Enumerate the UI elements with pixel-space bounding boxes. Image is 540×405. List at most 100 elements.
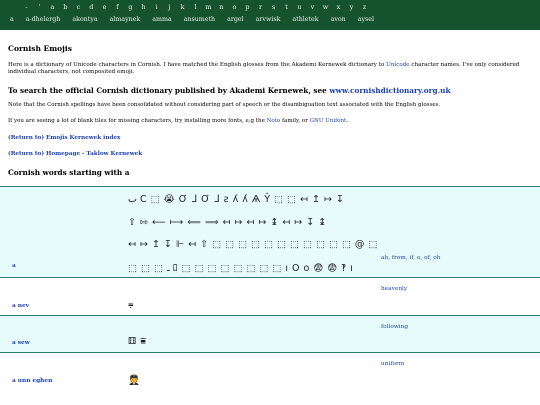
english-gloss: ah, from, if, o, of, oh (381, 255, 441, 261)
emoji-character: ʎ (232, 194, 240, 205)
emoji-character: ⬚ (264, 239, 275, 250)
emoji-character: ⬚ (212, 239, 223, 250)
section-heading: Cornish words starting with a (8, 168, 130, 177)
emoji-character: ‽ (341, 263, 348, 274)
alphabet-link[interactable]: v (306, 3, 319, 11)
alphabet-link[interactable]: h (137, 3, 150, 11)
emoji-characters: ⬚ ⬚ ⬚ ـ ﾛ ⬚ ⬚ ⬚ ⬚ ⬚ ⬚ ⬚ ⬚ ı Oo 😨 😨 ‽ ı (128, 260, 357, 274)
word-nav-link[interactable]: almaynek (110, 16, 141, 23)
alphabet-link[interactable]: o (228, 3, 241, 11)
emoji-characters: ⩦ (128, 299, 138, 310)
emoji-character: ⟼ (169, 217, 185, 228)
alphabet-link[interactable]: f (111, 3, 124, 11)
alphabet-link[interactable]: u (293, 3, 306, 11)
cornish-word-link[interactable]: a sew (12, 340, 30, 346)
alphabet-link[interactable]: - (20, 3, 33, 11)
emoji-character: ⬚ (194, 263, 205, 274)
emoji-character: 😨 (327, 263, 339, 274)
top-navigation: - ' a b c d e f g h i j k l m n o p r s t u v w x y z a a-dhelergh a… (0, 0, 540, 30)
alphabet-link[interactable]: i (150, 3, 163, 11)
alphabet-link[interactable]: l (189, 3, 202, 11)
emoji-character: ⬚ (274, 194, 285, 205)
emoji-characters: ↤ ↦ ↥ ↧ ⊩ ↤ ⇧ ⬚ ⬚ ⬚ ⬚ ⬚ ⬚ ⬚ ⬚ ⬚ ⬚ ⬚ @ ⬚ (128, 239, 381, 250)
word-nav-link[interactable]: a (10, 16, 14, 23)
alphabet-link[interactable]: z (358, 3, 371, 11)
emoji-character: o (303, 263, 311, 274)
emoji-character: Ŷ (264, 194, 272, 205)
alphabet-index: - ' a b c d e f g h i j k l m n o p r s t u v w x y z (20, 3, 371, 15)
alphabet-link[interactable]: j (163, 3, 176, 11)
emoji-character: ↧ (335, 194, 345, 205)
return-homepage-link[interactable]: (Return to) Homepage - Taklow Kernewek (8, 151, 142, 157)
emoji-character: Ѧ (251, 194, 262, 205)
note-spellings: Note that the Cornish spellings have bee… (8, 102, 441, 108)
alphabet-link[interactable]: y (345, 3, 358, 11)
emoji-character: ↤ (300, 194, 309, 205)
cornish-word-link[interactable]: a unn eghen (12, 378, 52, 384)
alphabet-link[interactable]: t (280, 3, 293, 11)
cornish-word-link[interactable]: a (12, 263, 16, 269)
alphabet-link[interactable]: r (254, 3, 267, 11)
emoji-character: ⟸ (187, 217, 202, 228)
alphabet-link[interactable]: c (72, 3, 85, 11)
emoji-character: ⬚ (290, 239, 300, 250)
alphabet-link[interactable]: e (98, 3, 111, 11)
alphabet-link[interactable]: p (241, 3, 254, 11)
unicode-link[interactable]: Unicode (386, 62, 410, 68)
emoji-character: ↦ (294, 217, 304, 228)
emoji-character: ↧ (163, 239, 173, 250)
alphabet-link[interactable]: d (85, 3, 98, 11)
alphabet-link[interactable]: m (202, 3, 215, 11)
emoji-character: ꙅ (223, 194, 230, 205)
word-nav-link[interactable]: argel (227, 16, 244, 23)
emoji-character: ↥ (151, 239, 161, 250)
table-row: a nev heavenly ⩦ (0, 277, 540, 315)
emoji-character: ᒧ (191, 194, 199, 205)
alphabet-link[interactable]: ' (33, 3, 46, 11)
word-nav-link[interactable]: aysel (358, 16, 374, 23)
emoji-character: ↤ (282, 217, 292, 228)
emoji-character: ⬚ (140, 263, 151, 274)
alphabet-link[interactable]: a (46, 3, 59, 11)
emoji-character: ↨ (270, 217, 280, 228)
emoji-character: ⬚ (341, 239, 352, 250)
emoji-character: ↦ (234, 217, 244, 228)
emoji-character: ʎ (242, 194, 249, 205)
noto-link[interactable]: Noto (267, 118, 281, 124)
emoji-character: ı (285, 263, 290, 274)
cornish-word-link[interactable]: a nev (12, 303, 29, 309)
emoji-character: Ϲ (139, 194, 148, 205)
emoji-character: ⬚ (238, 239, 249, 250)
emoji-character: ⬚ (328, 239, 339, 250)
word-index: a a-dhelergh akontya almaynek amma ansumeth ar… (10, 16, 386, 28)
emoji-character: ⬚ (128, 263, 138, 274)
emoji-characters: ⇧ ⇰ ⟵ ⟼ ⟸ ⟹ ↤ ↦ ↤ ↦ ↨ ↤ ↦ ↧ ↨ (128, 217, 330, 228)
emoji-character: ⬚ (220, 263, 231, 274)
alphabet-link[interactable]: x (332, 3, 345, 11)
emoji-character: ⬚ (315, 239, 326, 250)
alphabet-link[interactable]: n (215, 3, 228, 11)
alphabet-link[interactable]: w (319, 3, 332, 11)
word-nav-link[interactable]: akontya (72, 16, 97, 23)
alphabet-link[interactable]: b (59, 3, 72, 11)
word-nav-link[interactable]: athletek (292, 16, 318, 23)
word-nav-link[interactable]: arvwisk (256, 16, 281, 23)
emoji-character: ⬚ (302, 239, 313, 250)
emoji-character: 😨 (313, 263, 325, 274)
word-nav-link[interactable]: ansumeth (184, 16, 215, 23)
note-fonts-before: If you are seeing a lot of blank tiles f… (8, 118, 267, 124)
return-emojis-index-link[interactable]: (Return to) Emojis Kernewek index (8, 135, 120, 141)
emoji-character: ب (128, 194, 137, 205)
alphabet-link[interactable]: s (267, 3, 280, 11)
note-fonts-after: . (346, 118, 348, 124)
alphabet-link[interactable]: g (124, 3, 137, 11)
word-nav-link[interactable]: avon (331, 16, 346, 23)
word-nav-link[interactable]: amma (152, 16, 171, 23)
gnu-unifont-link[interactable]: GNU Unifont (310, 118, 347, 124)
word-nav-link[interactable]: a-dhelergh (26, 16, 61, 23)
search-heading-text: To search the official Cornish dictionar… (8, 86, 330, 95)
emoji-character: ⬚ (207, 263, 218, 274)
alphabet-link[interactable]: k (176, 3, 189, 11)
cornish-dictionary-link[interactable]: www.cornishdictionary.org.uk (329, 86, 450, 95)
emoji-character: 😭 (163, 194, 176, 205)
